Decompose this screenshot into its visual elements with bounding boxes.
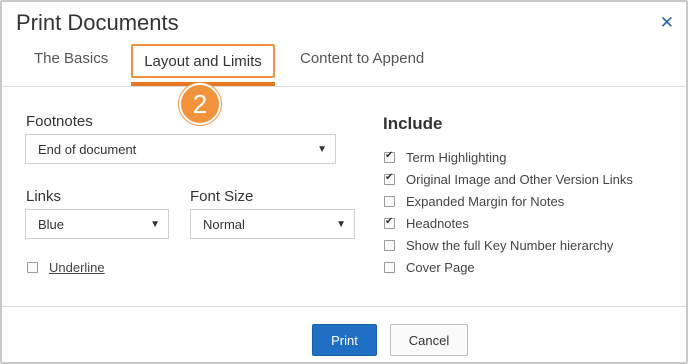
cover-page-checkbox[interactable] <box>384 262 395 273</box>
print-button[interactable]: Print <box>312 324 377 356</box>
original-image-links-checkbox[interactable] <box>384 172 395 185</box>
key-number-hierarchy-label: Show the full Key Number hierarchy <box>406 238 614 253</box>
expanded-margin-label: Expanded Margin for Notes <box>406 194 565 209</box>
step-number-badge: 2 <box>179 83 221 125</box>
close-icon[interactable]: ✕ <box>660 14 674 31</box>
term-highlighting-label: Term Highlighting <box>406 150 507 165</box>
tabs-divider <box>2 86 686 87</box>
include-item[interactable]: Term Highlighting <box>384 150 506 165</box>
tab-the-basics[interactable]: The Basics <box>34 50 108 67</box>
footnotes-label: Footnotes <box>26 113 93 130</box>
font-size-select-value: Normal <box>203 216 245 232</box>
include-item[interactable]: Expanded Margin for Notes <box>384 194 564 209</box>
footnotes-select-value: End of document <box>38 141 137 157</box>
dialog-title: Print Documents <box>16 10 179 35</box>
chevron-down-icon: ▼ <box>150 219 160 230</box>
font-size-select[interactable]: Normal ▼ <box>190 209 355 239</box>
headnotes-checkbox[interactable] <box>384 216 395 229</box>
chevron-down-icon: ▼ <box>336 219 346 230</box>
cover-page-label: Cover Page <box>406 260 475 275</box>
include-item[interactable]: Show the full Key Number hierarchy <box>384 238 613 253</box>
include-item[interactable]: Headnotes <box>384 216 469 231</box>
underline-checkbox[interactable] <box>27 262 38 273</box>
footnotes-select[interactable]: End of document ▼ <box>25 134 336 164</box>
include-item[interactable]: Original Image and Other Version Links <box>384 172 633 187</box>
term-highlighting-checkbox[interactable] <box>384 150 395 163</box>
print-documents-dialog: Print Documents ✕ The Basics Layout and … <box>0 0 688 364</box>
underline-label[interactable]: Underline <box>49 260 105 275</box>
links-select-value: Blue <box>38 216 65 232</box>
links-select[interactable]: Blue ▼ <box>25 209 169 239</box>
chevron-down-icon: ▼ <box>317 144 327 155</box>
tab-content-to-append[interactable]: Content to Append <box>300 50 424 67</box>
tab-layout-and-limits[interactable]: Layout and Limits <box>131 44 275 78</box>
links-label: Links <box>26 188 62 205</box>
include-heading: Include <box>383 114 443 133</box>
key-number-hierarchy-checkbox[interactable] <box>384 240 395 251</box>
headnotes-label: Headnotes <box>406 216 469 231</box>
underline-checkbox-row[interactable]: Underline <box>27 260 105 275</box>
cancel-button[interactable]: Cancel <box>390 324 468 356</box>
include-item[interactable]: Cover Page <box>384 260 475 275</box>
font-size-label: Font Size <box>190 188 254 205</box>
footer-divider <box>2 306 686 307</box>
original-image-links-label: Original Image and Other Version Links <box>406 172 633 187</box>
tab-label: Layout and Limits <box>144 52 262 70</box>
expanded-margin-checkbox[interactable] <box>384 196 395 207</box>
